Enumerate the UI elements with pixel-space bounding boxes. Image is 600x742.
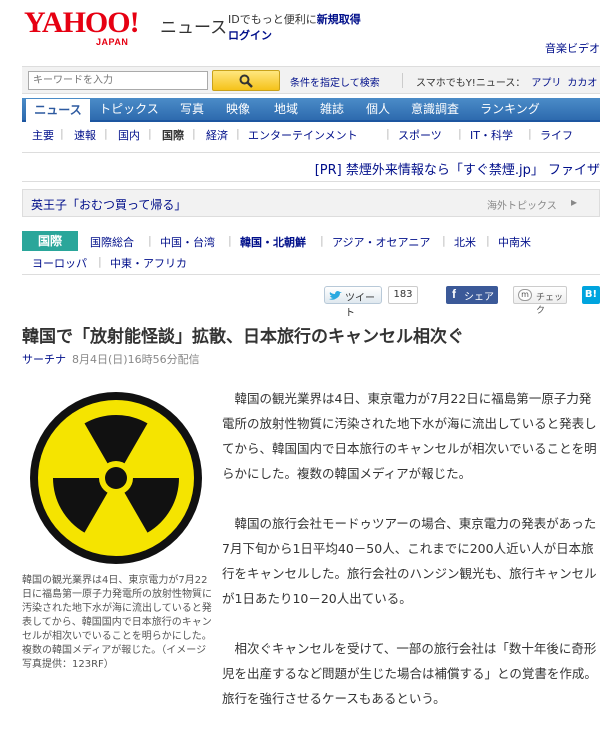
check-label: チェック	[536, 293, 564, 316]
search-button[interactable]	[212, 70, 280, 91]
divider: |	[148, 234, 152, 247]
topic-ticker: 英王子「おむつ買って帰る」 海外トピックス ▸	[22, 189, 600, 217]
divider	[402, 73, 403, 88]
divider: |	[228, 234, 232, 247]
category-item-general[interactable]: 国際総合	[90, 234, 134, 250]
subnav-item-main[interactable]: 主要	[32, 127, 54, 143]
category-item-middle-east-africa[interactable]: 中東・アフリカ	[110, 255, 187, 271]
app-link[interactable]: アプリ	[531, 78, 561, 89]
subnav-item-entertainment[interactable]: エンターテインメント	[248, 127, 358, 143]
sub-nav: 主要 | 速報 | 国内 | 国際 | 経済 | エンターテインメント | スポ…	[22, 124, 600, 144]
site-header: YAHOO! JAPAN ニュース IDでもっと便利に新規取得 ログイン 音楽ビ…	[0, 0, 600, 62]
twitter-bird-icon	[329, 291, 342, 300]
article-paragraph: 韓国の旅行会社モードゥツアーの場合、東京電力の発表があった7月下旬から1日平均4…	[222, 516, 597, 606]
facebook-share-button[interactable]: f シェア	[446, 286, 498, 304]
hatena-bookmark-button[interactable]: B!	[582, 286, 600, 304]
divider: |	[486, 234, 490, 247]
nav-survey[interactable]: 意識調査	[404, 98, 466, 122]
category-item-latin-america[interactable]: 中南米	[498, 234, 531, 250]
subnav-item-international[interactable]: 国際	[162, 127, 184, 143]
overseas-topics-label[interactable]: 海外トピックス	[487, 197, 557, 212]
logo-sub-text: JAPAN	[96, 37, 129, 47]
main-nav: ニュース トピックス 写真 映像 地域 雑誌 個人 意識調査 ランキング	[22, 98, 600, 122]
category-item-korea[interactable]: 韓国・北朝鮮	[240, 234, 306, 250]
smartphone-text: スマホでもY!ニュース：	[416, 78, 526, 89]
smartphone-promo: スマホでもY!ニュース： アプリ カカオ	[416, 74, 597, 89]
category-row-1: 国際総合 | 中国・台湾 | 韓国・北朝鮮 | アジア・オセアニア | 北米 |…	[22, 234, 600, 250]
nav-ranking[interactable]: ランキング	[474, 98, 546, 122]
divider: |	[458, 127, 462, 140]
subnav-item-sports[interactable]: スポーツ	[398, 127, 442, 143]
topic-headline-link[interactable]: 英王子「おむつ買って帰る」	[31, 196, 186, 213]
divider: |	[98, 255, 102, 268]
article-paragraph: 韓国の観光業界は4日、東京電力が7月22日に福島第一原子力発電所の放射性物質に汚…	[222, 391, 597, 481]
category-item-china-taiwan[interactable]: 中国・台湾	[160, 234, 215, 250]
header-service-links[interactable]: 音楽ビデオ	[545, 40, 600, 56]
publish-date: 8月4日(日)16時56分配信	[72, 353, 200, 366]
subnav-item-life[interactable]: ライフ	[540, 127, 573, 143]
divider: |	[320, 234, 324, 247]
login-prompt: IDでもっと便利に新規取得 ログイン	[228, 12, 361, 44]
radiation-symbol-image	[30, 392, 202, 564]
source-link[interactable]: サーチナ	[22, 353, 66, 366]
subnav-item-breaking[interactable]: 速報	[74, 127, 96, 143]
nav-video[interactable]: 映像	[218, 98, 258, 122]
divider: |	[236, 127, 240, 140]
divider: |	[442, 234, 446, 247]
pr-link[interactable]: [PR] 禁煙外来情報なら「すぐ禁煙.jp」 ファイザ	[315, 159, 600, 178]
divider: |	[60, 127, 64, 140]
mixi-icon: m	[518, 289, 532, 301]
subnav-item-domestic[interactable]: 国内	[118, 127, 140, 143]
nav-magazine[interactable]: 雑誌	[312, 98, 352, 122]
subnav-item-it-science[interactable]: IT・科学	[470, 127, 513, 143]
mixi-check-button[interactable]: m チェック	[513, 286, 567, 316]
advanced-search-link[interactable]: 条件を指定して検索	[290, 74, 380, 89]
id-promo-text: IDでもっと便利に	[228, 13, 317, 26]
tweet-label: ツイート	[345, 293, 375, 319]
category-item-north-america[interactable]: 北米	[454, 234, 476, 250]
divider: |	[386, 127, 390, 140]
search-icon	[239, 74, 253, 88]
login-link[interactable]: ログイン	[228, 29, 272, 42]
next-arrow-icon[interactable]: ▸	[571, 195, 577, 209]
category-item-asia-oceania[interactable]: アジア・オセアニア	[332, 234, 430, 250]
category-row-2: ヨーロッパ | 中東・アフリカ	[22, 255, 600, 271]
article-body: 韓国の観光業界は4日、東京電力が7月22日に福島第一原子力発電所の放射性物質に汚…	[222, 386, 600, 736]
article-photo[interactable]	[22, 386, 210, 572]
subnav-item-economy[interactable]: 経済	[206, 127, 228, 143]
category-item-europe[interactable]: ヨーロッパ	[32, 255, 87, 271]
tweet-button[interactable]: ツイート	[324, 286, 382, 319]
divider: |	[104, 127, 108, 140]
nav-individual[interactable]: 個人	[358, 98, 398, 122]
nav-photos[interactable]: 写真	[172, 98, 212, 122]
article-source-line: サーチナ 8月4日(日)16時56分配信	[22, 351, 200, 367]
tweet-count-badge: 183	[388, 286, 418, 304]
nav-topics[interactable]: トピックス	[94, 98, 164, 122]
divider: |	[528, 127, 532, 140]
search-bar: 条件を指定して検索 スマホでもY!ニュース： アプリカカオ	[22, 66, 600, 94]
article-title: 韓国で「放射能怪談」拡散、日本旅行のキャンセル相次ぐ	[22, 327, 464, 347]
divider: |	[148, 127, 152, 140]
divider: |	[192, 127, 196, 140]
register-link[interactable]: 新規取得	[317, 13, 361, 26]
kakao-link[interactable]: カカオ	[567, 78, 597, 89]
share-bar: ツイート 183 f シェア m チェック B!	[22, 284, 600, 319]
nav-local[interactable]: 地域	[266, 98, 306, 122]
article-paragraph: 相次ぐキャンセルを受けて、一部の旅行会社は「数十年後に奇形児を出産するなど問題が…	[222, 641, 597, 706]
category-nav: 国際 国際総合 | 中国・台湾 | 韓国・北朝鮮 | アジア・オセアニア | 北…	[22, 231, 600, 275]
yahoo-japan-logo[interactable]: YAHOO! JAPAN	[24, 6, 154, 48]
facebook-icon: f	[452, 287, 456, 301]
pr-banner: [PR] 禁煙外来情報なら「すぐ禁煙.jp」 ファイザ	[22, 152, 600, 182]
news-service-label[interactable]: ニュース	[160, 13, 227, 38]
logo-main-text: YAHOO!	[24, 6, 140, 39]
facebook-share-label: シェア	[464, 292, 494, 303]
nav-news[interactable]: ニュース	[26, 99, 90, 122]
photo-caption: 韓国の観光業界は4日、東京電力が7月22日に福島第一原子力発電所の放射性物質に汚…	[22, 575, 212, 670]
search-input[interactable]	[28, 71, 208, 90]
